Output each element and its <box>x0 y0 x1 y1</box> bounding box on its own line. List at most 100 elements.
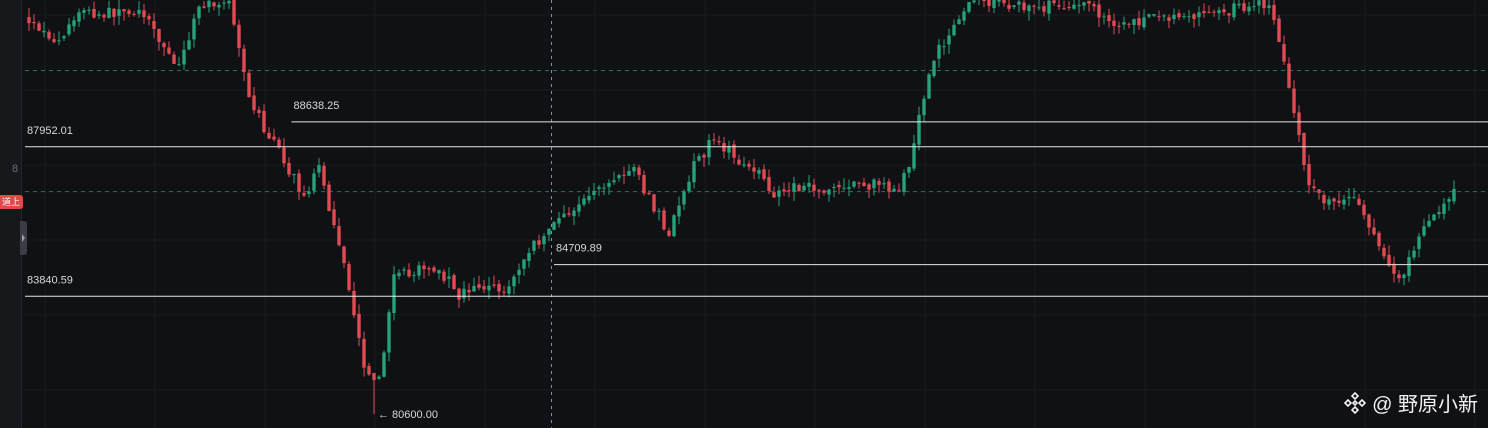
candle-body[interactable] <box>632 167 636 172</box>
candle-body[interactable] <box>37 23 41 31</box>
candle-body[interactable] <box>777 190 781 197</box>
candle-body[interactable] <box>357 313 361 338</box>
candle-body[interactable] <box>1187 16 1191 18</box>
candle-body[interactable] <box>62 36 66 39</box>
candle-body[interactable] <box>1037 7 1041 9</box>
candle-body[interactable] <box>207 0 211 8</box>
candle-body[interactable] <box>582 198 586 205</box>
candle-body[interactable] <box>737 159 741 165</box>
candle-body[interactable] <box>1237 3 1241 6</box>
candle-body[interactable] <box>307 191 311 194</box>
candle-body[interactable] <box>532 240 536 251</box>
candle-body[interactable] <box>277 139 281 148</box>
candle-body[interactable] <box>387 312 391 353</box>
candle-body[interactable] <box>1412 250 1416 258</box>
candle-body[interactable] <box>47 31 51 39</box>
candle-body[interactable] <box>1022 2 1026 11</box>
candle-body[interactable] <box>767 177 771 191</box>
candle-body[interactable] <box>657 210 661 212</box>
candle-body[interactable] <box>297 173 301 192</box>
candle-body[interactable] <box>267 132 271 139</box>
candle-body[interactable] <box>897 189 901 191</box>
candle-body[interactable] <box>507 286 511 294</box>
candle-body[interactable] <box>132 13 136 15</box>
candle-body[interactable] <box>787 190 791 192</box>
candle-body[interactable] <box>442 271 446 281</box>
candle-body[interactable] <box>867 184 871 190</box>
candle-body[interactable] <box>1172 14 1176 20</box>
candle-body[interactable] <box>512 276 516 287</box>
candle-body[interactable] <box>162 43 166 48</box>
side-price-badge[interactable]: 道上 <box>0 195 24 209</box>
candle-body[interactable] <box>1257 0 1261 6</box>
candle-body[interactable] <box>1357 198 1361 205</box>
candle-body[interactable] <box>32 21 36 24</box>
candle-body[interactable] <box>712 139 716 141</box>
candle-body[interactable] <box>557 218 561 224</box>
candle-body[interactable] <box>67 24 71 35</box>
candle-body[interactable] <box>1382 247 1386 257</box>
candle-body[interactable] <box>1252 6 1256 8</box>
candle-body[interactable] <box>1362 204 1366 216</box>
candle-body[interactable] <box>497 283 501 292</box>
candle-body[interactable] <box>127 10 131 14</box>
candle-body[interactable] <box>932 60 936 76</box>
candle-body[interactable] <box>247 72 251 98</box>
candle-body[interactable] <box>347 264 351 290</box>
candle-body[interactable] <box>972 0 976 3</box>
candle-body[interactable] <box>27 17 31 24</box>
candle-body[interactable] <box>922 98 926 116</box>
candle-body[interactable] <box>522 259 526 269</box>
candle-body[interactable] <box>1342 199 1346 205</box>
candle-body[interactable] <box>612 180 616 183</box>
candle-body[interactable] <box>882 183 886 185</box>
candle-body[interactable] <box>1427 220 1431 227</box>
candle-body[interactable] <box>1112 20 1116 26</box>
candle-body[interactable] <box>1157 16 1161 18</box>
candle-body[interactable] <box>117 9 121 16</box>
candle-body[interactable] <box>707 140 711 158</box>
candle-body[interactable] <box>1092 4 1096 7</box>
candle-body[interactable] <box>1442 203 1446 215</box>
candle-body[interactable] <box>1042 6 1046 12</box>
candle-body[interactable] <box>1032 5 1036 7</box>
candle-body[interactable] <box>1217 10 1221 14</box>
candle-body[interactable] <box>1282 44 1286 62</box>
candle-body[interactable] <box>292 173 296 176</box>
candle-body[interactable] <box>1182 16 1186 18</box>
candle-body[interactable] <box>122 9 126 12</box>
candle-body[interactable] <box>832 186 836 188</box>
candle-body[interactable] <box>717 140 721 143</box>
candle-body[interactable] <box>102 14 106 18</box>
candle-body[interactable] <box>982 0 986 2</box>
candle-body[interactable] <box>52 39 56 43</box>
candle-body[interactable] <box>1387 254 1391 266</box>
candle-body[interactable] <box>392 274 396 314</box>
candle-body[interactable] <box>687 181 691 192</box>
candle-body[interactable] <box>917 114 921 145</box>
candle-body[interactable] <box>1232 3 1236 18</box>
candle-body[interactable] <box>412 275 416 277</box>
candle-body[interactable] <box>682 191 686 205</box>
candle-body[interactable] <box>1202 11 1206 14</box>
candle-body[interactable] <box>1272 4 1276 21</box>
candle-body[interactable] <box>447 276 451 279</box>
candle-body[interactable] <box>187 40 191 50</box>
candle-body[interactable] <box>1407 256 1411 276</box>
candle-body[interactable] <box>192 18 196 40</box>
candle-body[interactable] <box>227 0 231 4</box>
candle-body[interactable] <box>322 165 326 186</box>
candle-body[interactable] <box>1132 19 1136 25</box>
candle-body[interactable] <box>1347 196 1351 199</box>
candle-body[interactable] <box>742 164 746 166</box>
candle-body[interactable] <box>217 4 221 8</box>
candle-body[interactable] <box>1167 17 1171 21</box>
candle-body[interactable] <box>262 110 266 133</box>
candle-body[interactable] <box>1017 1 1021 5</box>
candle-body[interactable] <box>862 182 866 187</box>
candle-body[interactable] <box>332 209 336 226</box>
candle-body[interactable] <box>362 338 366 368</box>
candle-body[interactable] <box>327 184 331 211</box>
candle-body[interactable] <box>617 175 621 179</box>
candle-body[interactable] <box>887 181 891 192</box>
